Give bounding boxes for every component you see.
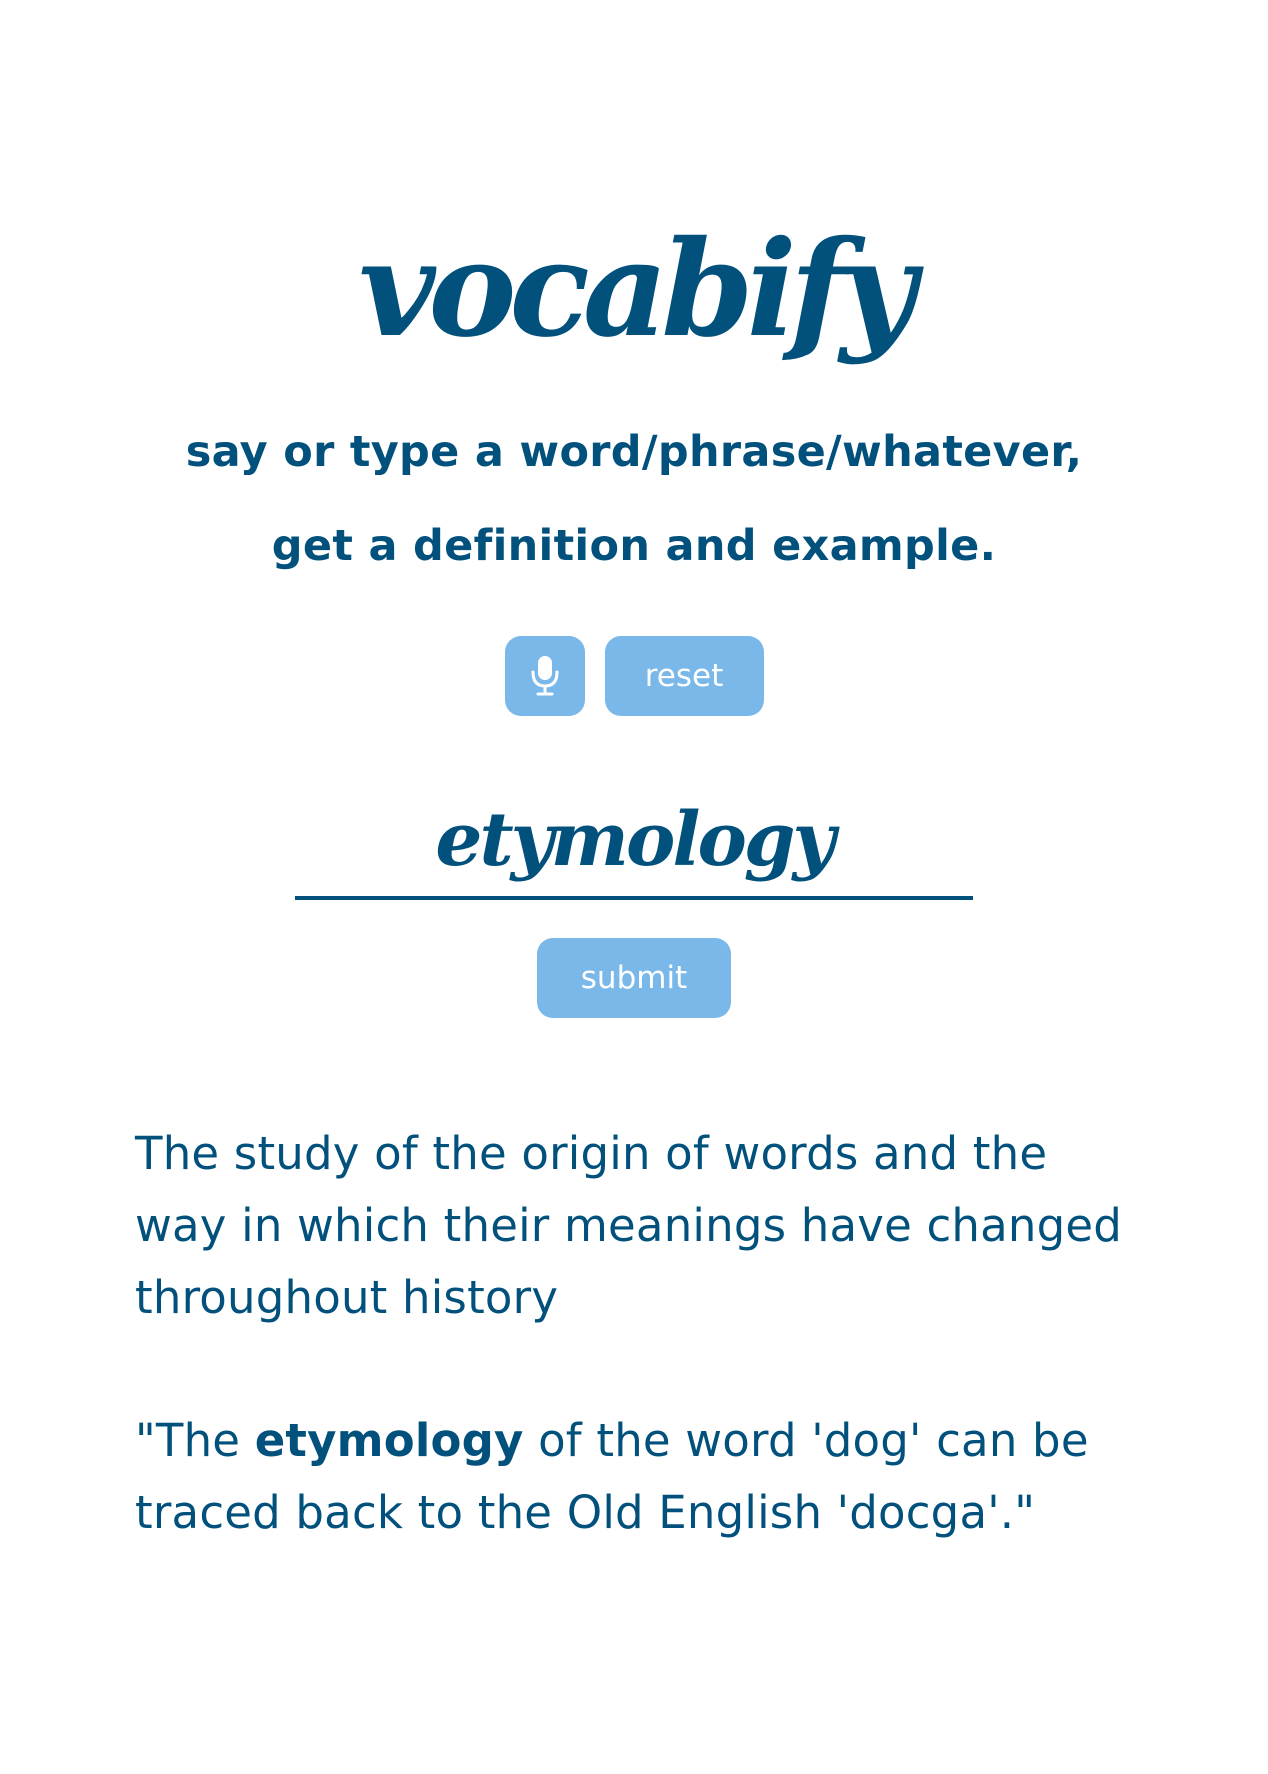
microphone-button[interactable] <box>504 636 585 716</box>
page: vocabify say or type a word/phrase/whate… <box>0 0 1268 1774</box>
submit-row: submit <box>0 938 1268 1018</box>
example-sentence: "The etymology of the word 'dog' can be … <box>135 1405 1135 1549</box>
submit-button[interactable]: submit <box>537 938 731 1018</box>
tagline-line-2: get a definition and example. <box>271 521 997 571</box>
definition-text: The study of the origin of words and the… <box>135 1127 1123 1324</box>
word-input-wrapper <box>295 790 973 900</box>
tagline-line-1: say or type a word/phrase/whatever, <box>185 427 1083 477</box>
word-input[interactable] <box>295 790 973 890</box>
microphone-icon <box>531 656 558 696</box>
example-highlighted-word: etymology <box>254 1414 524 1467</box>
controls: reset <box>0 636 1268 716</box>
reset-button[interactable]: reset <box>604 636 764 716</box>
logo: vocabify <box>358 212 917 367</box>
example-prefix: "The <box>135 1414 255 1467</box>
